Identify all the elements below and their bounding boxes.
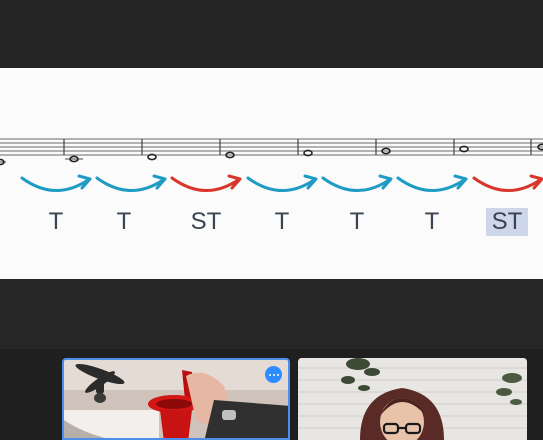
step-label-3: ST	[190, 208, 222, 235]
step-arrow-icon	[396, 174, 468, 192]
step-arrow-icon	[246, 174, 318, 192]
shared-screen: T T ST T T T ST	[0, 68, 543, 279]
participant-video-2[interactable]	[298, 358, 527, 440]
participant-video-1[interactable]	[62, 358, 290, 440]
step-arrow-icon	[472, 174, 543, 192]
step-label-4: T	[274, 208, 290, 235]
step-label-2: T	[116, 208, 132, 235]
step-arrows	[20, 174, 543, 192]
meeting-top-bar	[0, 0, 543, 68]
step-arrow-icon	[20, 174, 92, 192]
more-dot-icon	[276, 373, 279, 376]
music-staff	[0, 138, 543, 192]
participant-2-video-feed	[298, 358, 527, 440]
step-label-6: T	[424, 208, 440, 235]
step-arrow-icon	[170, 174, 242, 192]
step-arrow-icon	[95, 174, 167, 192]
meeting-separator	[0, 279, 543, 349]
more-dot-icon	[272, 373, 275, 376]
step-label-5: T	[349, 208, 365, 235]
more-dot-icon	[268, 373, 271, 376]
step-arrow-icon	[321, 174, 393, 192]
participant-1-video-feed	[64, 360, 288, 438]
participant-more-options-button[interactable]	[265, 366, 282, 383]
step-label-7: ST	[486, 208, 528, 236]
step-label-1: T	[48, 208, 64, 235]
